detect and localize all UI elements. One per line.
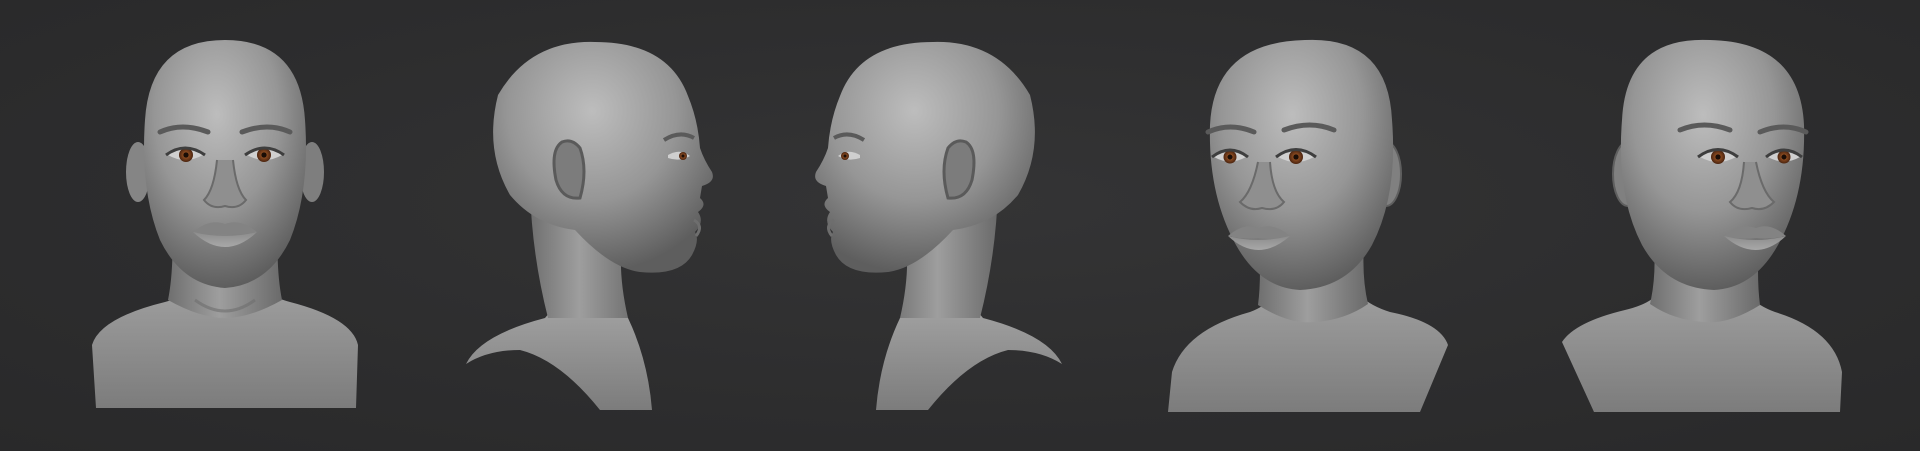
head-profile-right-view	[466, 41, 713, 410]
head-three-quarter-left-view	[1168, 39, 1448, 412]
head-three-quarter-right-view	[1562, 39, 1842, 412]
sculpt-turnaround-render	[92, 39, 1842, 412]
face-three-quarter-left	[1209, 39, 1394, 291]
head-profile-left-view	[815, 41, 1062, 410]
render-viewport	[0, 0, 1920, 451]
face-three-quarter-right	[1620, 39, 1805, 291]
head-front-view	[92, 40, 358, 408]
